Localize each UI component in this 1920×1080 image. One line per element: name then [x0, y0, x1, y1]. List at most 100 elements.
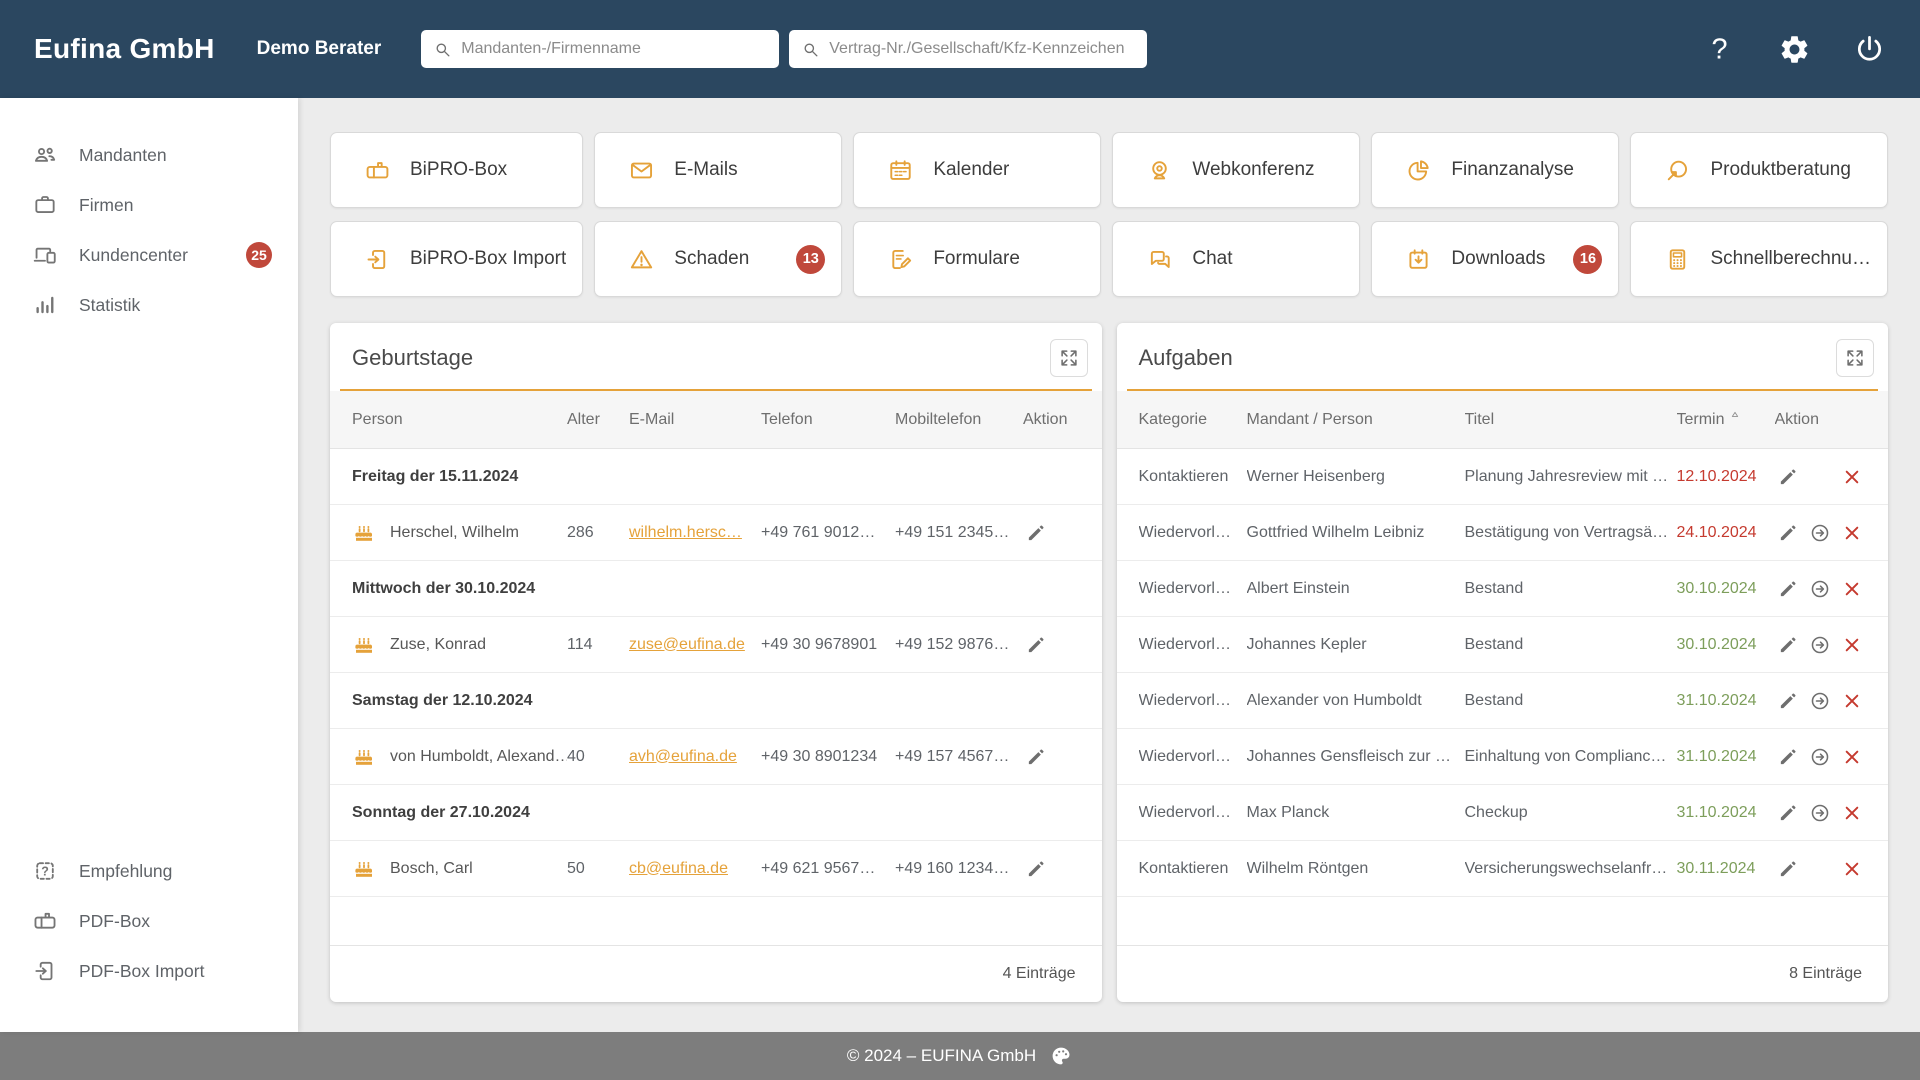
people-icon [32, 142, 58, 168]
email-link[interactable]: cb@eufina.de [629, 860, 728, 877]
tile-webkonferenz[interactable]: Webkonferenz [1112, 132, 1361, 208]
task-actions [1775, 576, 1867, 602]
tile-bipro-box[interactable]: BiPRO-Box [330, 132, 584, 208]
sidebar-item-statistik[interactable]: Statistik [0, 280, 298, 330]
delete-button[interactable] [1839, 632, 1865, 658]
edit-button[interactable] [1023, 632, 1049, 658]
close-icon [1841, 802, 1863, 824]
email-link[interactable]: zuse@eufina.de [629, 636, 745, 653]
birthday-actions [1023, 856, 1080, 882]
birthday-age: 50 [567, 859, 585, 877]
delete-button[interactable] [1839, 464, 1865, 490]
forward-button[interactable] [1807, 520, 1833, 546]
task-person: Wilhelm Röntgen [1246, 859, 1369, 877]
birthday-age: 286 [567, 523, 594, 541]
envelope-icon [628, 157, 655, 184]
forward-button[interactable] [1807, 688, 1833, 714]
email-link[interactable]: wilhelm.hersc… [629, 524, 742, 541]
tile-schnellberechnu[interactable]: Schnellberechnu… [1630, 221, 1888, 297]
delete-button[interactable] [1839, 576, 1865, 602]
svg-text:?: ? [41, 865, 49, 879]
birthday-group-date: Sonntag der 27.10.2024 [352, 803, 530, 821]
settings-button[interactable] [1778, 33, 1811, 66]
birthday-person: Herschel, Wilhelm [352, 521, 567, 545]
birthday-phone: +49 761 9012… [761, 523, 876, 541]
tasks-column-termin[interactable]: Termin [1677, 411, 1775, 429]
expand-icon [1058, 347, 1080, 369]
edit-button[interactable] [1023, 520, 1049, 546]
edit-button[interactable] [1775, 856, 1801, 882]
birthday-group-date: Freitag der 15.11.2024 [352, 467, 519, 485]
delete-button[interactable] [1839, 744, 1865, 770]
forward-button[interactable] [1807, 744, 1833, 770]
tile-finanzanalyse[interactable]: Finanzanalyse [1371, 132, 1620, 208]
edit-button[interactable] [1775, 576, 1801, 602]
edit-button[interactable] [1775, 632, 1801, 658]
tasks-table-head: Kategorie Mandant / Person Titel Termin Akti… [1116, 391, 1888, 449]
sidebar-item-firmen[interactable]: Firmen [0, 180, 298, 230]
tasks-column-mandant-person: Mandant / Person [1246, 410, 1373, 428]
birthday-email: cb@eufina.de [629, 860, 761, 878]
edit-button[interactable] [1023, 744, 1049, 770]
power-button[interactable] [1853, 33, 1886, 66]
copyright-text: © 2024 – EUFINA GmbH [846, 1046, 1037, 1065]
client-search-input[interactable] [461, 40, 768, 58]
calculator-icon [1664, 246, 1691, 273]
task-due-date: 24.10.2024 [1676, 523, 1757, 541]
task-due-date: 30.10.2024 [1676, 579, 1757, 597]
help-button[interactable]: ? [1703, 33, 1736, 66]
delete-button[interactable] [1839, 520, 1865, 546]
sidebar-item-badge: 25 [246, 242, 272, 268]
tile-label: Formulare [933, 248, 1020, 269]
sidebar-item-mandanten[interactable]: Mandanten [0, 130, 298, 180]
sidebar-item-label: PDF-Box [79, 910, 150, 931]
contract-search-input[interactable] [829, 40, 1136, 58]
task-person: Johannes Kepler [1246, 635, 1367, 653]
tile-label: Downloads [1451, 248, 1546, 269]
edit-button[interactable] [1775, 688, 1801, 714]
tile-produktberatung[interactable]: Produktberatung [1630, 132, 1888, 208]
sidebar-item-kundencenter[interactable]: Kundencenter 25 [0, 230, 298, 280]
forward-button[interactable] [1807, 576, 1833, 602]
birthdays-expand-button[interactable] [1049, 339, 1088, 377]
delete-button[interactable] [1839, 800, 1865, 826]
delete-button[interactable] [1839, 856, 1865, 882]
current-user: Demo Berater [256, 38, 382, 59]
tile-label: BiPRO-Box Import [410, 248, 567, 269]
birthdays-table-head: Person Alter E-Mail Telefon Mobiltelefon Akti… [330, 391, 1102, 449]
sidebar-item-empfehlung[interactable]: ? Empfehlung [0, 846, 298, 896]
tile-formulare[interactable]: Formulare [853, 221, 1102, 297]
edit-button[interactable] [1023, 856, 1049, 882]
cake-icon [352, 521, 376, 545]
edit-button[interactable] [1775, 800, 1801, 826]
palette-icon[interactable] [1049, 1044, 1073, 1068]
sidebar-item-pdf-box[interactable]: PDF-Box [0, 896, 298, 946]
birthday-mobile: +49 152 9876… [895, 635, 1010, 653]
settings-icon [1778, 33, 1811, 66]
tile-chat[interactable]: Chat [1112, 221, 1361, 297]
email-link[interactable]: avh@eufina.de [629, 748, 737, 765]
tasks-expand-button[interactable] [1836, 339, 1874, 377]
birthday-row: Bosch, Carl 50 cb@eufina.de +49 621 9567… +4… [330, 841, 1102, 897]
birthdays-panel-header: Geburtstage [330, 323, 1102, 389]
tile-schaden[interactable]: Schaden 13 [594, 221, 843, 297]
forward-button[interactable] [1807, 800, 1833, 826]
tile-downloads[interactable]: Downloads 16 [1371, 221, 1620, 297]
forward-button[interactable] [1807, 632, 1833, 658]
edit-button[interactable] [1775, 464, 1801, 490]
birthday-actions [1023, 520, 1080, 546]
sidebar-item-pdf-box-import[interactable]: PDF-Box Import [0, 946, 298, 996]
tile-label: Schaden [674, 248, 750, 269]
tile-e-mails[interactable]: E-Mails [594, 132, 843, 208]
birthdays-title: Geburtstage [352, 345, 474, 370]
birthday-group-row: Mittwoch der 30.10.2024 [330, 561, 1102, 617]
birthdays-entry-count: 4 Einträge [330, 945, 1102, 1002]
task-row: Kontaktieren Wilhelm Röntgen Versicherungs… [1116, 841, 1888, 897]
edit-button[interactable] [1775, 744, 1801, 770]
tile-kalender[interactable]: Kalender [853, 132, 1102, 208]
tile-label: Schnellberechnu… [1710, 248, 1871, 269]
edit-button[interactable] [1775, 520, 1801, 546]
person-name: Herschel, Wilhelm [390, 523, 519, 541]
delete-button[interactable] [1839, 688, 1865, 714]
tile-bipro-box-import[interactable]: BiPRO-Box Import [330, 221, 584, 297]
